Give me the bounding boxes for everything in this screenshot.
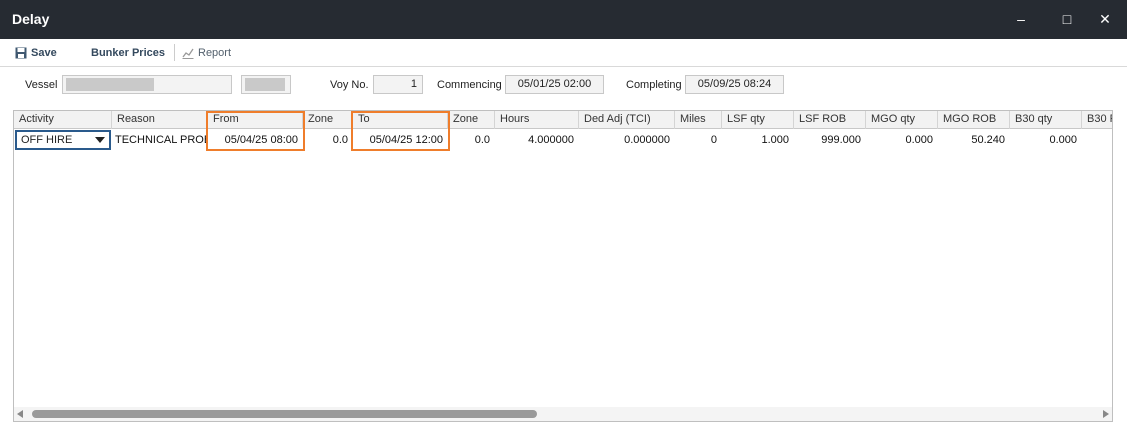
to-column-highlight: [351, 111, 450, 151]
completing-field[interactable]: 05/09/25 08:24: [685, 75, 784, 94]
cell-zone-to[interactable]: 0.0: [448, 129, 495, 151]
save-icon: [15, 47, 27, 59]
commencing-field[interactable]: 05/01/25 02:00: [505, 75, 604, 94]
save-label: Save: [31, 47, 57, 59]
window-title: Delay: [12, 11, 50, 27]
commencing-label: Commencing: [437, 79, 502, 91]
from-column-highlight: [206, 111, 305, 151]
delay-grid: Activity Reason From Zone To Zone Hours …: [13, 110, 1113, 422]
horizontal-scrollbar[interactable]: [14, 407, 1112, 421]
cell-lsf-rob[interactable]: 999.000: [794, 129, 866, 151]
col-activity[interactable]: Activity: [14, 111, 112, 129]
cell-mgo-qty[interactable]: 0.000: [866, 129, 938, 151]
toolbar: Save Bunker Prices Report: [0, 39, 1127, 67]
cell-reason[interactable]: TECHNICAL PROBLEM: [110, 129, 208, 151]
voyage-header: Vessel Voy No. 1 Commencing 05/01/25 02:…: [0, 68, 1127, 104]
completing-label: Completing: [626, 79, 682, 91]
chevron-down-icon[interactable]: [95, 137, 105, 143]
maximize-button[interactable]: □: [1048, 0, 1086, 39]
voy-no-label: Voy No.: [330, 79, 369, 91]
scrollbar-thumb[interactable]: [32, 410, 537, 418]
cell-lsf-qty[interactable]: 1.000: [722, 129, 794, 151]
bunker-prices-button[interactable]: Bunker Prices: [91, 46, 165, 60]
bunker-prices-label: Bunker Prices: [91, 47, 165, 59]
close-button[interactable]: ✕: [1086, 0, 1124, 39]
redacted-vessel-code: [245, 78, 285, 91]
col-reason[interactable]: Reason: [112, 111, 208, 129]
col-lsf-qty[interactable]: LSF qty: [722, 111, 794, 129]
voy-no-field[interactable]: 1: [373, 75, 423, 94]
cell-miles[interactable]: 0: [675, 129, 722, 151]
col-b30-qty[interactable]: B30 qty: [1010, 111, 1082, 129]
col-hours[interactable]: Hours: [495, 111, 579, 129]
scroll-left-icon[interactable]: [17, 410, 23, 418]
cell-hours[interactable]: 4.000000: [495, 129, 579, 151]
col-mgo-qty[interactable]: MGO qty: [866, 111, 938, 129]
redacted-vessel-name: [66, 78, 154, 91]
vessel-label: Vessel: [25, 79, 58, 91]
scroll-right-icon[interactable]: [1103, 410, 1109, 418]
cell-ded-adj-tci[interactable]: 0.000000: [579, 129, 675, 151]
report-label: Report: [198, 47, 232, 59]
minimize-button[interactable]: –: [1002, 0, 1040, 39]
col-zone-to[interactable]: Zone: [448, 111, 495, 129]
col-zone-from[interactable]: Zone: [303, 111, 353, 129]
chart-line-icon: [182, 48, 194, 59]
table-row[interactable]: OFF HIRE TECHNICAL PROBLEM 05/04/25 08:0…: [14, 129, 1112, 151]
title-bar: Delay – □ ✕: [0, 0, 1127, 39]
col-lsf-rob[interactable]: LSF ROB: [794, 111, 866, 129]
activity-dropdown[interactable]: OFF HIRE: [15, 130, 111, 150]
grid-column-header: Activity Reason From Zone To Zone Hours …: [14, 111, 1112, 129]
report-button[interactable]: Report: [182, 46, 231, 60]
toolbar-divider: [174, 44, 175, 61]
activity-value: OFF HIRE: [21, 134, 73, 146]
col-mgo-rob[interactable]: MGO ROB: [938, 111, 1010, 129]
cell-mgo-rob[interactable]: 50.240: [938, 129, 1010, 151]
col-miles[interactable]: Miles: [675, 111, 722, 129]
col-b30-rob[interactable]: B30 R: [1082, 111, 1112, 129]
cell-b30-qty[interactable]: 0.000: [1010, 129, 1082, 151]
save-button[interactable]: Save: [15, 46, 57, 60]
col-ded-adj-tci[interactable]: Ded Adj (TCI): [579, 111, 675, 129]
cell-zone-from[interactable]: 0.0: [303, 129, 353, 151]
